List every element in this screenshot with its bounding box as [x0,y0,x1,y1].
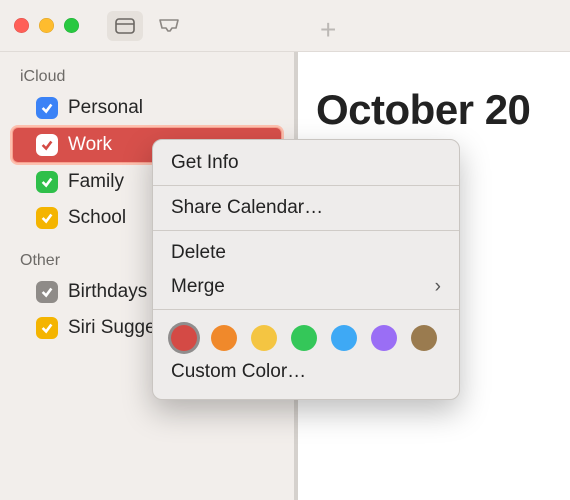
checkbox-icon[interactable] [36,97,58,119]
menu-share-calendar[interactable]: Share Calendar… [153,191,459,225]
menu-item-label: Get Info [171,152,239,174]
minimize-window-button[interactable] [39,18,54,33]
calendar-item-personal[interactable]: Personal [8,90,286,126]
swatch-red[interactable] [171,325,197,351]
checkbox-icon[interactable] [36,171,58,193]
swatch-orange[interactable] [211,325,237,351]
menu-merge[interactable]: Merge › [153,270,459,304]
calendar-label: Work [68,134,112,156]
menu-separator [153,185,459,186]
color-swatches [153,315,459,355]
checkbox-icon[interactable] [36,281,58,303]
menu-item-label: Custom Color… [171,361,306,383]
month-title: October 20 [316,86,530,134]
menu-item-label: Share Calendar… [171,197,323,219]
menu-item-label: Delete [171,242,226,264]
menu-separator [153,309,459,310]
new-event-button[interactable]: + [320,14,336,46]
swatch-green[interactable] [291,325,317,351]
calendar-label: Birthdays [68,281,147,303]
menu-get-info[interactable]: Get Info [153,146,459,180]
menu-item-label: Merge [171,276,225,298]
inbox-button[interactable] [151,11,187,41]
menu-custom-color[interactable]: Custom Color… [153,355,459,389]
group-header-icloud: iCloud [8,62,286,90]
swatch-blue[interactable] [331,325,357,351]
calendar-label: Personal [68,97,143,119]
swatch-yellow[interactable] [251,325,277,351]
window-controls [14,18,79,33]
close-window-button[interactable] [14,18,29,33]
calendar-label: School [68,207,126,229]
checkbox-icon[interactable] [36,134,58,156]
menu-delete[interactable]: Delete [153,236,459,270]
chevron-right-icon: › [435,276,441,298]
zoom-window-button[interactable] [64,18,79,33]
checkbox-icon[interactable] [36,207,58,229]
menu-separator [153,230,459,231]
checkbox-icon[interactable] [36,317,58,339]
calendar-label: Family [68,171,124,193]
calendars-toggle-button[interactable] [107,11,143,41]
swatch-purple[interactable] [371,325,397,351]
titlebar [0,0,570,52]
calendar-context-menu: Get Info Share Calendar… Delete Merge › … [152,139,460,400]
swatch-brown[interactable] [411,325,437,351]
